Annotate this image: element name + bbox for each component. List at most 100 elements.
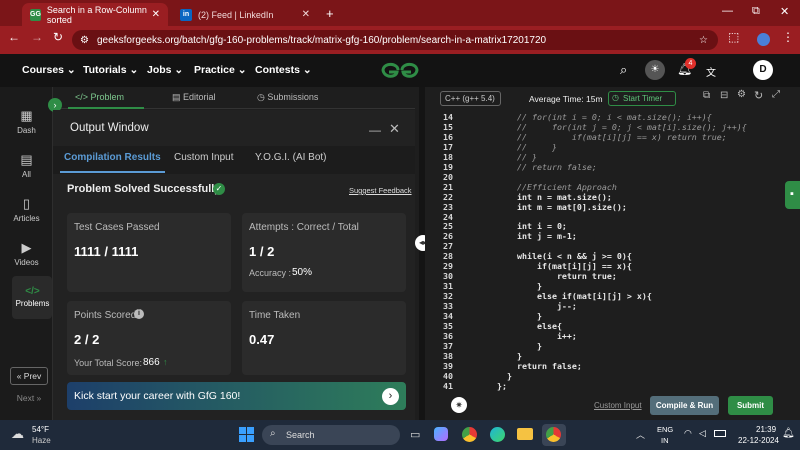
next-button[interactable]: Next »: [10, 390, 48, 408]
code-line[interactable]: }: [497, 281, 542, 291]
compile-run-button[interactable]: Compile & Run: [650, 396, 719, 415]
copy-icon[interactable]: ⧉: [703, 90, 710, 101]
minimize-output-icon[interactable]: —: [369, 123, 381, 137]
taskbar-search[interactable]: Search: [262, 425, 400, 445]
language-select[interactable]: C++ (g++ 5.4): [440, 91, 501, 106]
region-code[interactable]: IN: [661, 436, 669, 445]
code-line[interactable]: // for(int j = 0; j < mat[i].size(); j++…: [497, 122, 747, 132]
back-arrow-icon[interactable]: ←: [8, 30, 20, 44]
profile-icon[interactable]: [757, 33, 770, 46]
translate-icon[interactable]: ⽂: [706, 64, 716, 79]
address-bar[interactable]: ⚙ geeksforgeeks.org/batch/gfg-160-proble…: [72, 30, 718, 50]
gfg-logo[interactable]: [380, 59, 420, 81]
chrome-active-icon[interactable]: [546, 427, 561, 442]
browser-tab-linkedin[interactable]: in (2) Feed | LinkedIn ✕: [172, 3, 318, 26]
volume-icon[interactable]: ◁: [699, 428, 706, 439]
code-line[interactable]: //Efficient Approach: [497, 182, 617, 192]
code-line[interactable]: i++;: [497, 331, 577, 341]
code-line[interactable]: else{: [497, 321, 562, 331]
code-line[interactable]: }: [497, 371, 512, 381]
chat-fab[interactable]: ▪: [785, 181, 800, 209]
code-line[interactable]: // }: [497, 142, 557, 152]
code-line[interactable]: // }: [497, 152, 537, 162]
suggest-feedback-link[interactable]: Suggest Feedback: [349, 186, 412, 195]
menu-tutorials[interactable]: Tutorials ⌄: [83, 64, 138, 76]
rail-item-articles[interactable]: ▯ Articles: [0, 196, 53, 223]
code-line[interactable]: return false;: [497, 361, 582, 371]
subtab-custom-input[interactable]: Custom Input: [174, 152, 233, 163]
wifi-icon[interactable]: ◠: [684, 428, 692, 439]
code-line[interactable]: int j = m-1;: [497, 231, 577, 241]
code-line[interactable]: }: [497, 311, 542, 321]
battery-icon[interactable]: [714, 430, 726, 437]
chevron-right-icon[interactable]: ›: [382, 388, 399, 405]
rail-item-all[interactable]: ▤ All: [0, 152, 53, 179]
weather-icon[interactable]: ☁: [11, 426, 24, 442]
code-line[interactable]: if(mat[i][j] == x){: [497, 261, 632, 271]
browser-tab-gfg[interactable]: GG Search in a Row-Column sorted ✕: [22, 3, 168, 26]
windows-start-icon[interactable]: [239, 427, 254, 442]
code-line[interactable]: else if(mat[i][j] > x){: [497, 291, 652, 301]
reload-icon[interactable]: ↻: [53, 30, 63, 44]
code-line[interactable]: int n = mat.size();: [497, 192, 612, 202]
window-close-button[interactable]: ✕: [780, 5, 789, 18]
menu-contests[interactable]: Contests ⌄: [255, 64, 312, 76]
code-line[interactable]: return true;: [497, 271, 617, 281]
subtab-compilation-results[interactable]: Compilation Results: [64, 152, 161, 163]
chrome-icon[interactable]: [462, 427, 477, 442]
tab-submissions[interactable]: ◷ Submissions: [257, 92, 318, 103]
prev-button[interactable]: « Prev: [10, 367, 48, 385]
code-line[interactable]: j--;: [497, 301, 577, 311]
new-tab-button[interactable]: +: [326, 6, 334, 21]
code-line[interactable]: // if(mat[i][j] == x) return true;: [497, 132, 727, 142]
code-line[interactable]: while(i < n && j >= 0){: [497, 251, 632, 261]
code-line[interactable]: // for(int i = 0; i < mat.size(); i++){: [497, 112, 712, 122]
submit-button[interactable]: Submit: [728, 396, 773, 415]
code-line[interactable]: int i = 0;: [497, 221, 567, 231]
forward-arrow-icon[interactable]: →: [31, 30, 43, 44]
close-output-icon[interactable]: ✕: [389, 121, 400, 137]
close-icon[interactable]: ✕: [152, 9, 160, 20]
attempts-value: 1 / 2: [249, 244, 275, 259]
folder-icon[interactable]: [517, 428, 533, 440]
format-icon[interactable]: ⊟: [720, 90, 728, 101]
code-line[interactable]: };: [497, 381, 507, 391]
menu-practice[interactable]: Practice ⌄: [194, 64, 247, 76]
code-line[interactable]: }: [497, 341, 542, 351]
menu-courses[interactable]: Courses ⌄: [22, 64, 76, 76]
theme-toggle-icon[interactable]: ☀: [645, 60, 665, 80]
search-icon[interactable]: ⌕: [620, 62, 627, 78]
tab-editorial[interactable]: ▤ Editorial: [172, 92, 216, 103]
menu-jobs[interactable]: Jobs ⌄: [147, 64, 183, 76]
info-icon[interactable]: i: [134, 309, 144, 319]
notifications-bell-icon[interactable]: 🔔︎: [782, 428, 795, 439]
bookmark-star-icon[interactable]: ☆: [699, 35, 708, 46]
maximize-button[interactable]: ⧉: [752, 5, 760, 18]
code-line[interactable]: int m = mat[0].size();: [497, 202, 627, 212]
code-line[interactable]: // return false;: [497, 162, 597, 172]
tab-problem[interactable]: </> Problem: [75, 92, 124, 102]
rail-item-videos[interactable]: ▶ Videos: [0, 240, 53, 267]
rail-item-dash[interactable]: ▦ Dash: [0, 108, 53, 135]
code-line[interactable]: }: [497, 351, 522, 361]
arrow-up-icon: ↑: [163, 357, 168, 367]
copilot-icon[interactable]: [434, 427, 448, 441]
rail-item-problems[interactable]: </> Problems: [6, 286, 59, 308]
fullscreen-icon[interactable]: ⤢: [772, 89, 780, 100]
language-code[interactable]: ENG: [657, 425, 673, 434]
edge-icon[interactable]: [490, 427, 505, 442]
lightbulb-icon[interactable]: ✷: [451, 397, 467, 413]
task-view-icon[interactable]: ▭: [410, 428, 420, 441]
minimize-button[interactable]: —: [722, 5, 733, 17]
settings-icon[interactable]: ⚙: [737, 89, 746, 100]
avatar[interactable]: D: [753, 60, 773, 80]
extensions-icon[interactable]: ⬚: [728, 30, 739, 44]
subtab-yogi[interactable]: Y.O.G.I. (AI Bot): [255, 152, 327, 163]
code-editor[interactable]: 14 // for(int i = 0; i < mat.size(); i++…: [425, 109, 800, 391]
browser-menu-icon[interactable]: ⋮: [782, 30, 794, 44]
chevron-up-icon[interactable]: ︿: [636, 428, 645, 441]
site-info-icon[interactable]: ⚙: [80, 35, 89, 46]
reset-icon[interactable]: ↻: [754, 89, 763, 102]
close-icon[interactable]: ✕: [302, 9, 310, 20]
custom-input-link[interactable]: Custom Input: [594, 401, 642, 410]
